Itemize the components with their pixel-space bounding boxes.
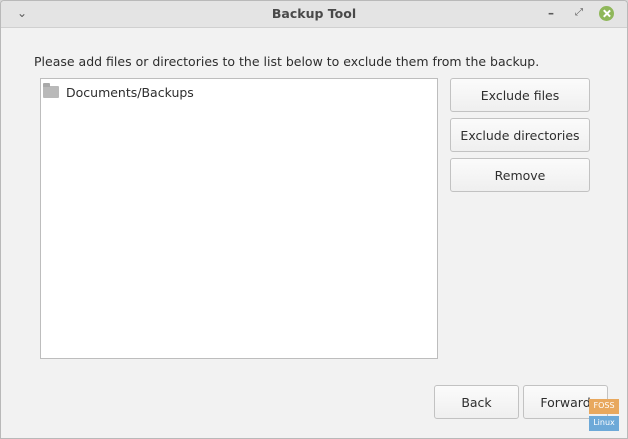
- fosslinux-watermark: FOSS Linux: [589, 399, 619, 431]
- minimize-icon[interactable]: –: [543, 1, 559, 27]
- back-button[interactable]: Back: [434, 385, 519, 419]
- folder-icon: [43, 83, 59, 98]
- exclusion-list[interactable]: Documents/Backups: [40, 78, 438, 359]
- watermark-top: FOSS: [589, 399, 619, 414]
- maximize-icon[interactable]: ⤢: [571, 1, 587, 27]
- exclude-directories-button[interactable]: Exclude directories: [450, 118, 590, 152]
- exclude-files-button[interactable]: Exclude files: [450, 78, 590, 112]
- list-item[interactable]: Documents/Backups: [43, 82, 194, 102]
- list-item-label: Documents/Backups: [66, 84, 194, 100]
- titlebar[interactable]: ⌄ Backup Tool – ⤢: [1, 1, 627, 28]
- backup-tool-window: ⌄ Backup Tool – ⤢ Please add files or di…: [0, 0, 628, 439]
- watermark-bottom: Linux: [589, 416, 619, 431]
- remove-button[interactable]: Remove: [450, 158, 590, 192]
- close-icon[interactable]: [599, 6, 614, 21]
- window-title: Backup Tool: [271, 6, 357, 21]
- instruction-text: Please add files or directories to the l…: [34, 54, 540, 69]
